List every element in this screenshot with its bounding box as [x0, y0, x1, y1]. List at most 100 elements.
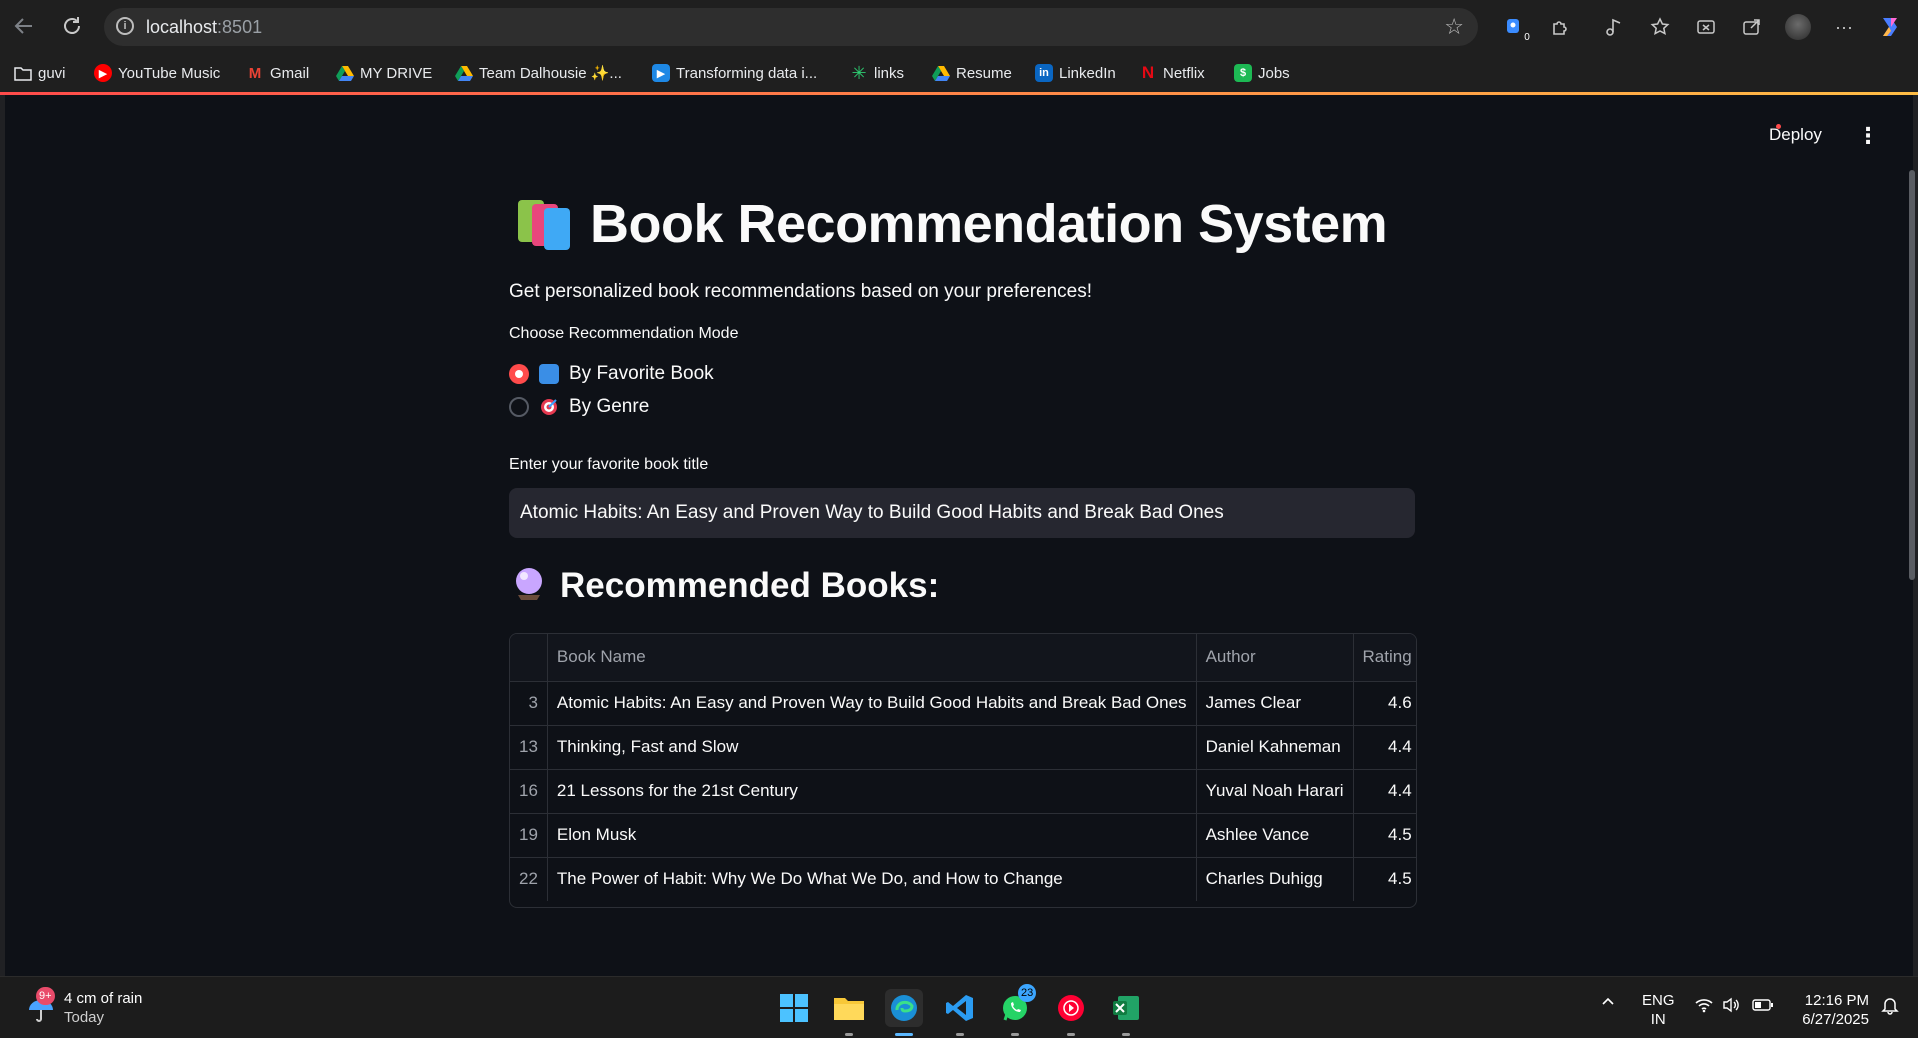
rating-cell[interactable]: 4.6 [1353, 681, 1416, 726]
author-cell[interactable]: Ashlee Vance [1196, 813, 1354, 858]
extensions-icon[interactable] [1546, 13, 1574, 41]
book-name-cell[interactable]: The Power of Habit: Why We Do What We Do… [547, 857, 1197, 901]
weather-alert-badge: 9+ [36, 987, 55, 1005]
table-row[interactable]: 16 21 Lessons for the 21st Century Yuval… [510, 769, 1416, 814]
bookmark-youtube-music[interactable]: ▶ YouTube Music [94, 62, 220, 84]
author-cell[interactable]: James Clear [1196, 681, 1354, 726]
taskbar-whatsapp[interactable]: 23 [996, 984, 1037, 1036]
bookmark-team-dalhousie[interactable]: Team Dalhousie ✨... [455, 62, 622, 84]
bookmark-resume[interactable]: Resume [932, 62, 1012, 84]
copilot-icon[interactable] [1876, 13, 1904, 41]
whatsapp-unread-badge: 23 [1018, 984, 1037, 1002]
table-row[interactable]: 13 Thinking, Fast and Slow Daniel Kahnem… [510, 725, 1416, 770]
share-icon[interactable] [1738, 13, 1766, 41]
taskbar-vscode[interactable] [941, 989, 979, 1036]
favorite-book-input[interactable]: Atomic Habits: An Easy and Proven Way to… [509, 488, 1415, 538]
column-header-book-name[interactable]: Book Name [547, 634, 1197, 682]
battery-icon[interactable] [1752, 997, 1774, 1018]
show-hidden-icons-chevron-icon[interactable] [1600, 993, 1616, 1014]
back-button[interactable] [10, 12, 38, 40]
author-cell[interactable]: Charles Duhigg [1196, 857, 1354, 901]
reload-button[interactable] [58, 12, 86, 40]
rating-cell[interactable]: 4.4 [1353, 769, 1416, 814]
volume-icon[interactable] [1722, 997, 1742, 1018]
wifi-icon[interactable] [1694, 997, 1714, 1018]
bookmark-label: Resume [956, 64, 1012, 82]
scrollbar[interactable] [1909, 170, 1915, 580]
address-bar[interactable]: i localhost:8501 ☆ [104, 8, 1478, 46]
extension-badge: 0 [1524, 32, 1530, 43]
rating-cell[interactable]: 4.5 [1353, 857, 1416, 901]
column-header-index[interactable] [510, 634, 548, 682]
google-drive-icon [336, 66, 354, 81]
bookmark-netflix[interactable]: N Netflix [1139, 62, 1205, 84]
book-name-cell[interactable]: Elon Musk [547, 813, 1197, 858]
running-indicator [956, 1033, 964, 1036]
page-subtitle: Get personalized book recommendations ba… [509, 281, 1093, 302]
bookmarks-bar: guvi ▶ YouTube Music M Gmail MY DRIVE Te… [0, 54, 1918, 92]
language-indicator[interactable]: ENG IN [1642, 991, 1675, 1029]
row-index: 13 [510, 725, 548, 770]
radio-by-genre[interactable]: By Genre [509, 396, 649, 418]
google-drive-icon [932, 66, 950, 81]
author-cell[interactable]: Daniel Kahneman [1196, 725, 1354, 770]
bookmark-gmail[interactable]: M Gmail [246, 62, 309, 84]
bookmark-label: Gmail [270, 64, 310, 82]
bookmark-star-icon[interactable]: ☆ [1444, 14, 1464, 40]
book-name-cell[interactable]: 21 Lessons for the 21st Century [547, 769, 1197, 814]
weather-text[interactable]: 4 cm of rain Today [64, 989, 142, 1027]
bookmark-my-drive[interactable]: MY DRIVE [336, 62, 432, 84]
excel-icon [1113, 996, 1139, 1020]
page-title-row: Book Recommendation System [514, 193, 1388, 255]
bookmark-links[interactable]: ✳ links [850, 62, 904, 84]
recommendations-table[interactable]: Book Name Author Rating 3 Atomic Habits:… [509, 633, 1417, 908]
google-drive-icon [455, 66, 473, 81]
more-options-icon[interactable]: ··· [1830, 13, 1858, 41]
start-button[interactable] [775, 989, 813, 1027]
book-name-cell[interactable]: Thinking, Fast and Slow [547, 725, 1197, 770]
clock[interactable]: 12:16 PM 6/27/2025 [1793, 991, 1869, 1029]
recommended-heading-row: Recommended Books: [512, 565, 939, 606]
site-info-icon[interactable]: i [116, 17, 134, 35]
running-indicator [1067, 1033, 1075, 1036]
radio-selected-indicator[interactable] [509, 364, 529, 384]
favorites-icon[interactable] [1646, 13, 1674, 41]
profile-avatar[interactable] [1784, 13, 1812, 41]
screenshot-icon[interactable] [1692, 13, 1720, 41]
media-control-icon[interactable] [1600, 13, 1628, 41]
password-manager-icon[interactable]: 0 [1500, 13, 1530, 43]
table-row[interactable]: 3 Atomic Habits: An Easy and Proven Way … [510, 681, 1416, 726]
taskbar-youtube-music[interactable] [1052, 989, 1090, 1036]
notification-bell-icon[interactable] [1880, 995, 1900, 1020]
row-index: 16 [510, 769, 548, 814]
bookmark-jobs[interactable]: $ Jobs [1234, 62, 1290, 84]
main-menu-icon[interactable]: ⋮ [1857, 123, 1879, 149]
rating-cell[interactable]: 4.5 [1353, 813, 1416, 858]
column-header-author[interactable]: Author [1196, 634, 1354, 682]
radio-label: By Genre [569, 396, 650, 417]
table-row[interactable]: 19 Elon Musk Ashlee Vance 4.5 [510, 813, 1416, 858]
table-row[interactable]: 22 The Power of Habit: Why We Do What We… [510, 857, 1416, 901]
weather-day: Today [64, 1009, 105, 1026]
bookmark-linkedin[interactable]: in LinkedIn [1035, 62, 1116, 84]
clock-time: 12:16 PM [1804, 992, 1869, 1009]
radio-unselected-indicator[interactable] [509, 397, 529, 417]
vscode-icon [946, 995, 973, 1021]
book-name-cell[interactable]: Atomic Habits: An Easy and Proven Way to… [547, 681, 1197, 726]
bookmark-label: guvi [38, 64, 66, 82]
taskbar-edge[interactable] [885, 989, 923, 1036]
active-indicator [895, 1033, 913, 1036]
taskbar-excel[interactable] [1107, 989, 1145, 1036]
rating-cell[interactable]: 4.4 [1353, 725, 1416, 770]
back-arrow-icon [14, 18, 32, 34]
taskbar-file-explorer[interactable] [830, 989, 868, 1036]
column-header-rating[interactable]: Rating [1353, 634, 1416, 682]
radio-by-favorite-book[interactable]: By Favorite Book [509, 363, 714, 385]
bookmark-label: Netflix [1163, 64, 1205, 82]
deploy-button[interactable]: Deploy [1769, 125, 1822, 145]
weather-widget[interactable]: 9+ [26, 987, 66, 1027]
bookmark-guvi[interactable]: guvi [14, 62, 66, 84]
bookmark-transforming-data[interactable]: ▶ Transforming data i... [652, 62, 817, 84]
row-index: 19 [510, 813, 548, 858]
author-cell[interactable]: Yuval Noah Harari [1196, 769, 1354, 814]
